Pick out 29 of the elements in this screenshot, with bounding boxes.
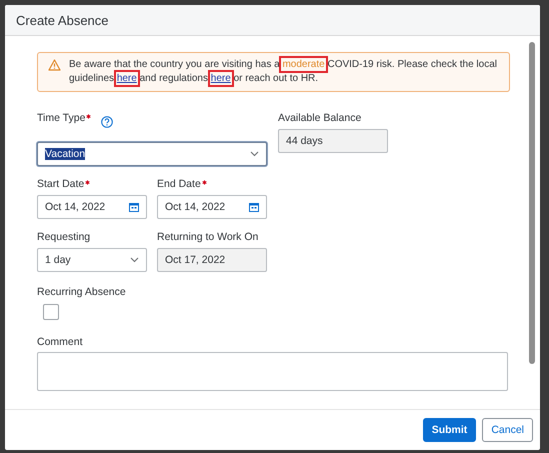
checkbox[interactable] [43, 304, 59, 320]
field-label: Available Balance [278, 112, 362, 124]
scrollbar-thumb[interactable] [529, 42, 535, 364]
field-label: Returning to Work On [157, 231, 260, 243]
field-label: Comment [37, 336, 84, 348]
link[interactable]: here [116, 73, 137, 84]
return-date-field: Oct 17, 2022 [157, 248, 267, 272]
help-icon[interactable] [101, 116, 114, 128]
date-field[interactable]: Oct 14, 2022 [37, 195, 147, 219]
dialog-title: Create Absence [16, 12, 109, 28]
link[interactable]: here [210, 73, 231, 84]
field-label: Start Date [37, 178, 147, 190]
balance-field: 44 days [278, 129, 388, 153]
field-label: End Date [157, 178, 267, 190]
submit-button[interactable]: Submit [422, 418, 476, 442]
calendar-icon[interactable] [129, 202, 139, 212]
comment-field[interactable] [37, 352, 508, 391]
calendar-icon[interactable] [249, 202, 259, 212]
field-label: Requesting [37, 231, 92, 243]
time-type-select[interactable]: Vacation [37, 142, 267, 166]
cancel-button[interactable]: Cancel [482, 418, 533, 442]
warning-icon [48, 59, 61, 71]
field-label: Time Type [37, 112, 92, 124]
warning-message: Be aware that the country you are visiting has a moderate COVID-19 risk. Please check the local guidelines here and regulations here or reach out to HR. [69, 58, 499, 86]
date-field[interactable]: Oct 14, 2022 [157, 195, 267, 219]
chevron-down-icon[interactable] [130, 257, 139, 263]
chevron-down-icon[interactable] [250, 151, 259, 157]
requesting-select[interactable]: 1 day [37, 248, 147, 272]
field-label: Recurring Absence [37, 286, 127, 298]
